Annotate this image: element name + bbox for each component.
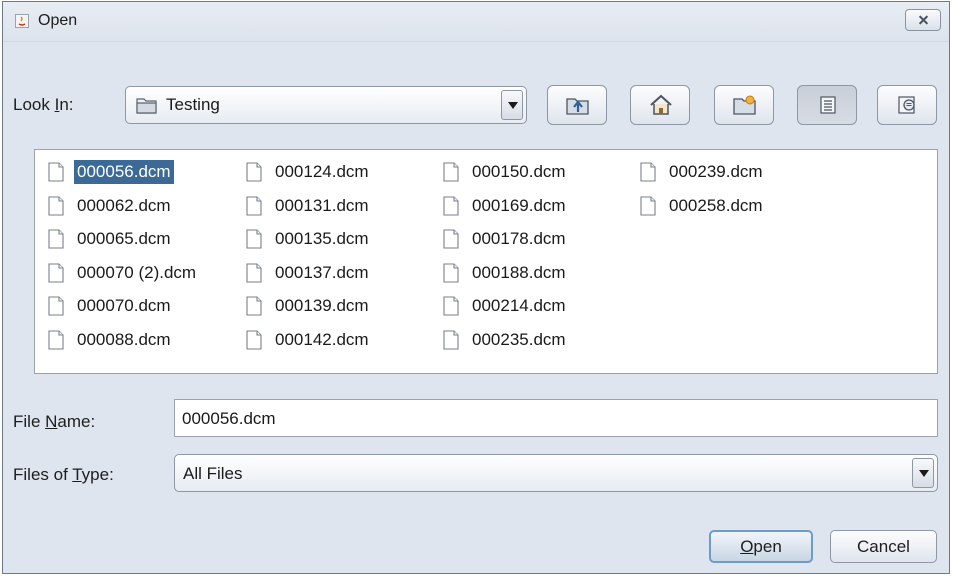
open-mnemonic: O	[740, 536, 754, 556]
window-title: Open	[38, 12, 78, 29]
file-item[interactable]: 000124.dcm	[242, 158, 372, 186]
file-item[interactable]: 000088.dcm	[44, 326, 174, 354]
look-in-combo[interactable]: Testing	[125, 86, 527, 124]
file-name: 000137.dcm	[275, 262, 369, 282]
file-item[interactable]: 000239.dcm	[636, 158, 766, 186]
file-name-label: File Name:	[13, 412, 96, 431]
file-name: 000239.dcm	[669, 162, 763, 181]
files-of-type-value: All Files	[183, 464, 243, 483]
file-item[interactable]: 000056.dcm	[44, 158, 174, 186]
details-view-button[interactable]	[877, 85, 937, 125]
file-item[interactable]: 000258.dcm	[636, 192, 766, 220]
file-item[interactable]: 000062.dcm	[44, 192, 174, 220]
file-name: 000135.dcm	[275, 229, 369, 248]
file-name: 000088.dcm	[77, 329, 171, 349]
close-icon[interactable]	[905, 9, 941, 31]
file-name-value: 000056.dcm	[182, 409, 276, 428]
file-icon	[48, 195, 64, 216]
file-item[interactable]: 000070.dcm	[44, 292, 174, 320]
file-icon	[246, 229, 262, 249]
file-icon	[443, 162, 459, 182]
open-button[interactable]: Open	[709, 530, 813, 563]
file-name: 000139.dcm	[275, 296, 369, 315]
open-dialog: Open Look In: Testing 000056.dcm 000062.…	[2, 1, 950, 574]
chevron-down-icon[interactable]	[501, 90, 523, 120]
look-in-value: Testing	[166, 95, 220, 114]
file-icon	[443, 195, 459, 216]
file-icon	[48, 162, 64, 182]
folder-up-icon	[566, 98, 589, 115]
file-name: 000258.dcm	[669, 195, 763, 215]
list-view-button[interactable]	[797, 85, 857, 125]
file-item[interactable]: 000135.dcm	[242, 225, 372, 253]
file-icon	[48, 229, 64, 249]
details-view-icon	[898, 96, 915, 114]
file-icon	[246, 329, 262, 350]
folder-icon	[136, 98, 157, 114]
file-icon	[443, 296, 459, 316]
new-folder-icon	[733, 95, 756, 115]
file-name: 000131.dcm	[275, 195, 369, 215]
files-of-type-combo[interactable]: All Files	[174, 454, 938, 492]
file-item[interactable]: 000131.dcm	[242, 192, 372, 220]
file-item[interactable]: 000065.dcm	[44, 225, 174, 253]
cancel-label: Cancel	[857, 536, 910, 556]
java-icon	[15, 14, 29, 28]
file-icon	[48, 262, 64, 283]
file-icon	[640, 162, 656, 182]
file-name: 000070.dcm	[77, 296, 171, 315]
up-one-level-button[interactable]	[547, 85, 607, 125]
file-name: 000178.dcm	[472, 229, 566, 248]
file-item[interactable]: 000188.dcm	[439, 259, 569, 287]
chevron-down-icon[interactable]	[912, 458, 934, 488]
file-name-input[interactable]: 000056.dcm	[174, 399, 938, 437]
file-icon	[246, 262, 262, 283]
file-item[interactable]: 000139.dcm	[242, 292, 372, 320]
file-name: 000065.dcm	[77, 229, 171, 248]
home-button[interactable]	[630, 85, 690, 125]
file-item[interactable]: 000137.dcm	[242, 259, 372, 287]
file-item[interactable]: 000142.dcm	[242, 326, 372, 354]
file-name: 000142.dcm	[275, 329, 369, 349]
home-icon	[650, 94, 672, 115]
file-item[interactable]: 000235.dcm	[439, 326, 569, 354]
files-of-type-label: Files of Type:	[13, 465, 114, 484]
file-name: 000214.dcm	[472, 296, 566, 315]
file-name: 000062.dcm	[77, 195, 171, 215]
file-item[interactable]: 000169.dcm	[439, 192, 569, 220]
new-folder-button[interactable]	[714, 85, 774, 125]
cancel-button[interactable]: Cancel	[830, 530, 937, 563]
file-item[interactable]: 000070 (2).dcm	[44, 259, 199, 287]
file-icon	[246, 296, 262, 316]
file-name: 000150.dcm	[472, 162, 566, 181]
file-item[interactable]: 000178.dcm	[439, 225, 569, 253]
look-in-label: Look In:	[13, 95, 74, 114]
file-list[interactable]: 000056.dcm 000062.dcm 000065.dcm 000070 (2)…	[34, 149, 938, 374]
file-icon	[640, 195, 656, 216]
file-name: 000070 (2).dcm	[77, 262, 197, 282]
file-name: 000124.dcm	[275, 162, 369, 181]
file-icon	[246, 195, 262, 216]
title-bar[interactable]: Open	[3, 2, 949, 42]
file-item[interactable]: 000214.dcm	[439, 292, 569, 320]
list-view-icon	[820, 96, 836, 114]
file-name: 000169.dcm	[472, 195, 566, 215]
file-icon	[443, 229, 459, 249]
file-item[interactable]: 000150.dcm	[439, 158, 569, 186]
file-name: 000056.dcm	[74, 160, 174, 184]
file-icon	[48, 329, 64, 350]
file-icon	[246, 162, 262, 182]
file-name: 000235.dcm	[472, 329, 566, 349]
file-name: 000188.dcm	[472, 262, 566, 282]
file-icon	[443, 329, 459, 350]
file-icon	[443, 262, 459, 283]
file-icon	[48, 296, 64, 316]
open-label: pen	[753, 536, 782, 556]
